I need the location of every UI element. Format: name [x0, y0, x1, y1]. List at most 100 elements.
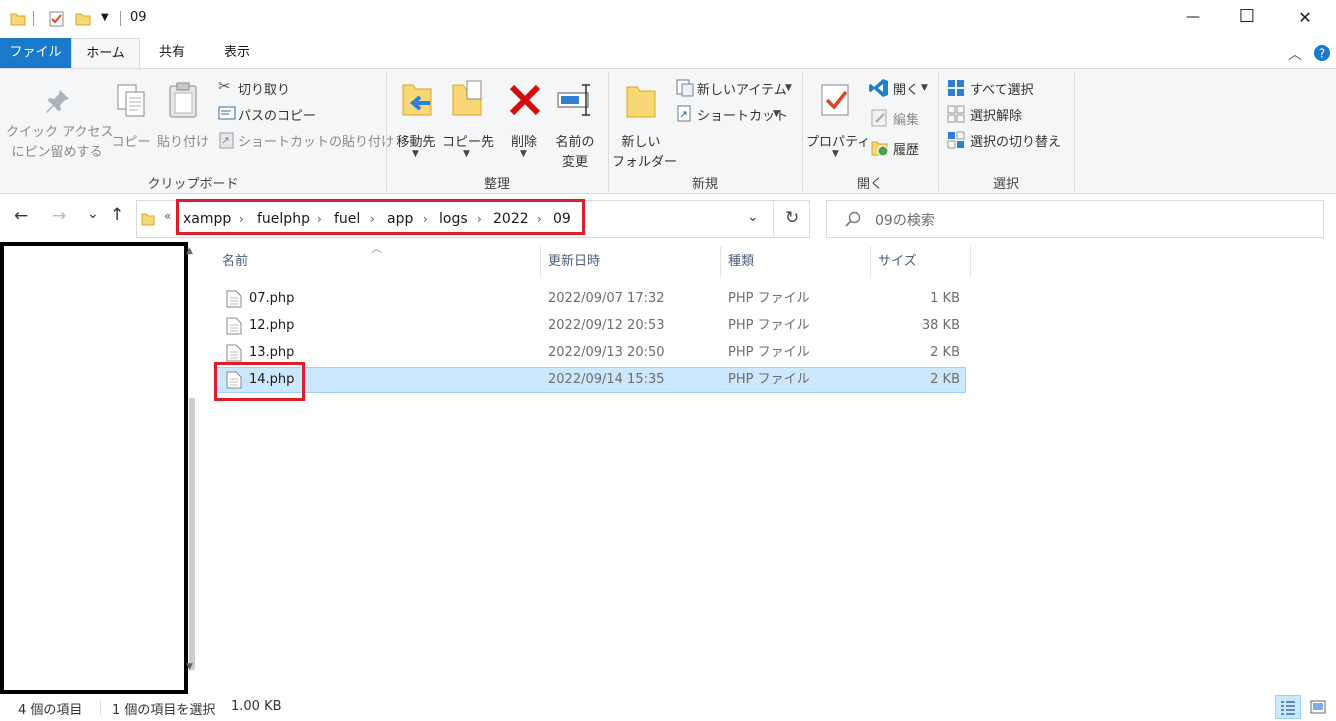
new-item-icon: [676, 79, 694, 97]
pin-quick-access-button[interactable]: クイック アクセス にピン留めする: [4, 77, 113, 167]
rename-button[interactable]: 名前の 変更: [550, 77, 600, 170]
large-icons-view-button[interactable]: [1305, 695, 1331, 719]
svg-text:?: ?: [1319, 47, 1325, 61]
paste-shortcut-icon: [219, 132, 234, 149]
select-all-button[interactable]: すべて選択: [946, 77, 1066, 99]
group-label-new: 新規: [691, 177, 718, 192]
quick-access-dropdown-icon[interactable]: ▼: [101, 12, 109, 23]
properties-icon[interactable]: [48, 10, 66, 28]
tab-home[interactable]: ホーム: [71, 38, 140, 69]
column-header-type[interactable]: 種類: [728, 250, 754, 274]
select-none-label: 選択解除: [970, 109, 1023, 124]
navigation-bar: ← → ⌄ ↑ « xampp › fuelphp › fuel › app ›…: [0, 194, 1336, 242]
column-header-size[interactable]: サイズ: [878, 250, 917, 274]
invert-selection-icon: [947, 131, 965, 149]
file-row[interactable]: 12.php 2022/09/12 20:53 PHP ファイル 38 KB: [216, 313, 966, 339]
open-label: 開く: [893, 83, 920, 98]
file-modified: 2022/09/07 17:32: [548, 291, 665, 306]
group-label-organize: 整理: [483, 177, 510, 192]
group-label-clipboard: クリップボード: [147, 177, 239, 192]
column-separator[interactable]: [540, 246, 541, 278]
ribbon-tabs: ファイル ホーム 共有 表示 ︿ ?: [0, 38, 1336, 69]
column-separator[interactable]: [970, 246, 971, 278]
details-view-icon: [1281, 701, 1295, 715]
file-type: PHP ファイル: [728, 372, 810, 387]
new-folder-button[interactable]: 新しい フォルダー: [612, 77, 677, 170]
paste-label: 貼り付け: [156, 135, 209, 150]
select-none-button[interactable]: 選択解除: [946, 103, 1066, 125]
file-row[interactable]: 07.php 2022/09/07 17:32 PHP ファイル 1 KB: [216, 286, 966, 312]
title-bar: ▼ 09 — ☐ ✕: [0, 0, 1336, 38]
shortcut-icon: [677, 105, 691, 122]
open-dropdown-icon: ▼: [921, 83, 928, 93]
collapse-ribbon-icon[interactable]: ︿: [1288, 44, 1302, 64]
recent-locations-chevron-icon[interactable]: ⌄: [87, 206, 99, 222]
maximize-button[interactable]: ☐: [1232, 6, 1262, 27]
navigation-pane[interactable]: [0, 242, 188, 694]
shortcut-button[interactable]: ショートカット ▼: [674, 103, 798, 125]
ribbon: クイック アクセス にピン留めする コピー 貼り付け ✂ 切り取り パスのコピー: [0, 68, 1336, 194]
column-header-name[interactable]: 名前: [222, 250, 248, 274]
copy-label: コピー: [111, 135, 151, 150]
copy-path-label: パスのコピー: [238, 109, 317, 124]
file-name: 12.php: [249, 318, 295, 333]
rename-icon: [557, 84, 590, 116]
delete-icon: [509, 84, 541, 116]
file-row-selected[interactable]: 14.php 2022/09/14 15:35 PHP ファイル 2 KB: [216, 367, 966, 393]
file-type: PHP ファイル: [728, 345, 810, 360]
cut-label: 切り取り: [238, 83, 291, 98]
delete-button[interactable]: 削除 ▼: [502, 77, 546, 167]
file-modified: 2022/09/13 20:50: [548, 345, 665, 360]
edit-button[interactable]: 編集: [868, 107, 932, 129]
column-header-modified[interactable]: 更新日時: [548, 250, 600, 274]
tab-share[interactable]: 共有: [144, 38, 200, 68]
refresh-icon[interactable]: ↻: [785, 208, 799, 228]
open-button[interactable]: 開く ▼: [868, 77, 932, 99]
new-item-label: 新しいアイテム: [697, 83, 787, 98]
copy-button[interactable]: コピー: [110, 77, 152, 167]
forward-arrow-icon[interactable]: →: [52, 206, 66, 226]
folder-icon: [10, 13, 26, 26]
history-icon: [871, 141, 889, 157]
copy-to-dropdown-icon: ▼: [463, 149, 470, 159]
status-bar: 4 個の項目 1 個の項目を選択 1.00 KB: [0, 694, 1336, 721]
details-view-button[interactable]: [1275, 695, 1301, 719]
history-button[interactable]: 履歴: [868, 137, 932, 159]
copy-path-button[interactable]: パスのコピー: [216, 103, 326, 125]
edit-label: 編集: [893, 113, 920, 128]
search-box[interactable]: 09の検索: [826, 200, 1324, 238]
column-separator[interactable]: [720, 246, 721, 278]
close-button[interactable]: ✕: [1290, 8, 1320, 27]
overflow-crumb[interactable]: «: [164, 209, 171, 223]
paste-button[interactable]: 貼り付け: [154, 77, 212, 167]
help-icon[interactable]: ?: [1313, 44, 1331, 62]
pin-icon: [46, 90, 69, 113]
select-none-icon: [947, 105, 965, 123]
properties-icon: [821, 84, 849, 116]
column-separator[interactable]: [870, 246, 871, 278]
copy-path-icon: [218, 106, 236, 120]
new-folder-icon[interactable]: [75, 11, 91, 27]
properties-button[interactable]: プロパティ ▼: [806, 77, 870, 167]
back-arrow-icon[interactable]: ←: [14, 206, 28, 226]
up-arrow-icon[interactable]: ↑: [110, 205, 124, 225]
invert-selection-button[interactable]: 選択の切り替え: [946, 129, 1072, 151]
paste-shortcut-button[interactable]: ショートカットの貼り付け: [216, 129, 394, 151]
address-dropdown-chevron-icon[interactable]: ⌄: [747, 209, 759, 225]
new-item-button[interactable]: 新しいアイテム ▼: [674, 77, 798, 99]
shortcut-dropdown-icon: ▼: [773, 109, 780, 119]
cut-button[interactable]: ✂ 切り取り: [216, 77, 326, 99]
tab-file[interactable]: ファイル: [0, 38, 71, 68]
tab-view[interactable]: 表示: [208, 38, 266, 68]
move-to-button[interactable]: 移動先 ▼: [392, 77, 440, 167]
file-icon: [226, 317, 242, 335]
file-row[interactable]: 13.php 2022/09/13 20:50 PHP ファイル 2 KB: [216, 340, 966, 366]
pin-label-line2: にピン留めする: [11, 145, 103, 160]
copy-to-button[interactable]: コピー先 ▼: [442, 77, 494, 167]
new-folder-label-line1: 新しい: [621, 135, 661, 150]
search-icon: [845, 211, 861, 227]
navigation-scrollbar[interactable]: ▲ ▼: [186, 244, 196, 674]
minimize-button[interactable]: —: [1178, 9, 1208, 25]
scissors-icon: ✂: [218, 77, 231, 95]
history-label: 履歴: [893, 143, 920, 158]
